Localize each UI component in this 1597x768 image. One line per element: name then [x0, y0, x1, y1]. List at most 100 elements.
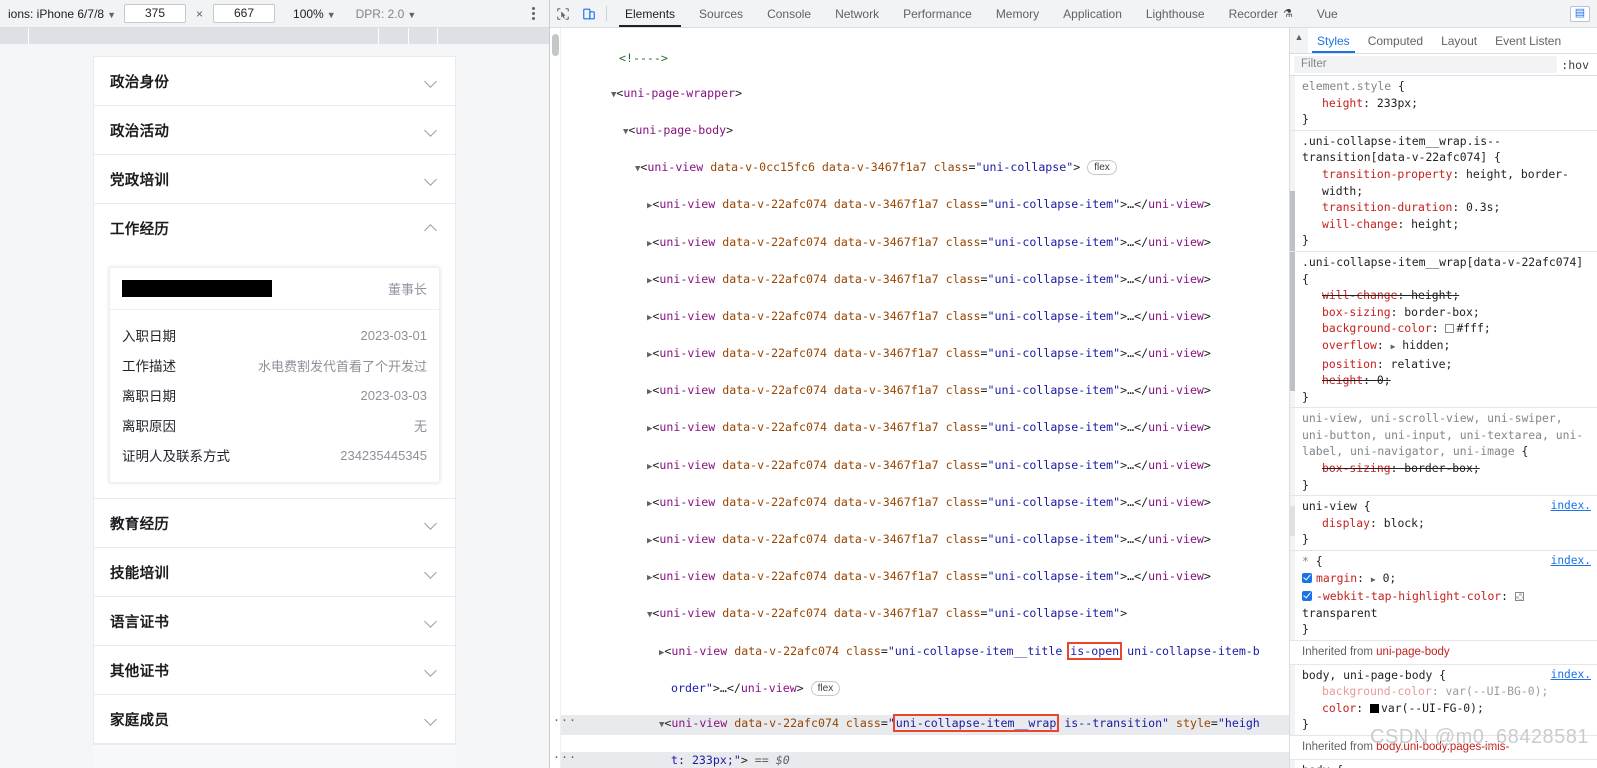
dom-line-page-wrapper[interactable]: ▼<uni-page-wrapper> [561, 85, 1289, 105]
tab-memory[interactable]: Memory [984, 0, 1051, 27]
dom-line-collapse-item[interactable]: ▶<uni-view data-v-22afc074 data-v-3467f1… [561, 271, 1289, 291]
stylesheet-source-link[interactable]: index. [1551, 498, 1591, 515]
style-rule-wrap[interactable]: .uni-collapse-item__wrap[data-v-22afc074… [1290, 252, 1597, 409]
dom-line-collapse-item[interactable]: ▶<uni-view data-v-22afc074 data-v-3467f1… [561, 234, 1289, 254]
chevron-down-icon[interactable] [425, 664, 437, 676]
dom-line-uni-collapse[interactable]: ▼<uni-view data-v-0cc15fc6 data-v-3467f1… [561, 159, 1289, 179]
declaration[interactable]: position: relative; [1302, 356, 1591, 373]
dom-line-selected-wrap[interactable]: ▼<uni-view data-v-22afc074 class="uni-co… [553, 712, 1289, 735]
expand-triangle-icon[interactable]: ▶ [1391, 342, 1396, 351]
dom-line-collapse-item-open[interactable]: ▼<uni-view data-v-22afc074 data-v-3467f1… [561, 605, 1289, 625]
zoom-selector[interactable]: 100% ▼ [293, 7, 336, 21]
dom-line-comment-top[interactable]: <!----> [561, 50, 1289, 68]
collapse-header[interactable]: 教育经历 [94, 499, 455, 547]
feedback-icon[interactable]: ▤ [1563, 0, 1597, 27]
stylesheet-source-link[interactable]: index. [1551, 553, 1591, 570]
collapse-header[interactable]: 政治活动 [94, 106, 455, 154]
flex-badge[interactable]: flex [810, 680, 841, 696]
tab-layout[interactable]: Layout [1432, 28, 1486, 53]
collapse-item-0[interactable]: 政治身份 [94, 57, 455, 106]
dom-tree[interactable]: <!----> ▼<uni-page-wrapper> ▼<uni-page-b… [550, 28, 1289, 768]
tab-vue[interactable]: Vue [1305, 0, 1350, 27]
toggle-device-toolbar-icon[interactable] [576, 0, 602, 27]
chevron-down-icon[interactable] [425, 124, 437, 136]
collapse-header[interactable]: 工作经历 [94, 204, 455, 252]
declaration[interactable]: will-change: height; [1302, 216, 1591, 233]
dom-line-collapse-item[interactable]: ▶<uni-view data-v-22afc074 data-v-3467f1… [561, 457, 1289, 477]
chevron-down-icon[interactable] [425, 713, 437, 725]
collapse-item-8[interactable]: 家庭成员 [94, 695, 455, 744]
tab-event-listeners[interactable]: Event Listen [1486, 28, 1570, 53]
declaration[interactable]: transition-property: height, border-widt… [1302, 166, 1591, 199]
dom-line-collapse-item-title[interactable]: ▶<uni-view data-v-22afc074 class="uni-co… [561, 641, 1289, 663]
declaration[interactable]: height: 0; [1302, 372, 1591, 389]
tab-console[interactable]: Console [755, 0, 823, 27]
expand-triangle-icon[interactable]: ▶ [1371, 575, 1376, 584]
declaration[interactable]: overflow: ▶ hidden; [1302, 337, 1591, 356]
dom-line-collapse-item[interactable]: ▶<uni-view data-v-22afc074 data-v-3467f1… [561, 531, 1289, 551]
tab-styles[interactable]: Styles [1308, 28, 1359, 53]
collapse-item-1[interactable]: 政治活动 [94, 106, 455, 155]
viewport-height-input[interactable]: 667 [213, 4, 276, 23]
chevron-down-icon[interactable] [425, 173, 437, 185]
tab-sources[interactable]: Sources [687, 0, 755, 27]
dom-line-collapse-item[interactable]: ▶<uni-view data-v-22afc074 data-v-3467f1… [561, 382, 1289, 402]
collapse-item-3[interactable]: 工作经历 董事长 入职日期 2023-03-01 工作描述 水电费割发代首看了个… [94, 204, 455, 499]
tab-performance[interactable]: Performance [891, 0, 984, 27]
dom-tree-scrollbar[interactable] [550, 28, 561, 768]
dom-line-collapse-item[interactable]: ▶<uni-view data-v-22afc074 data-v-3467f1… [561, 494, 1289, 514]
dom-line-collapse-item[interactable]: ▶<uni-view data-v-22afc074 data-v-3467f1… [561, 196, 1289, 216]
dom-line-collapse-item-title-cont[interactable]: order">…</uni-view> flex [561, 680, 1289, 698]
tab-lighthouse[interactable]: Lighthouse [1134, 0, 1217, 27]
declaration[interactable]: background-color: #fff; [1302, 320, 1591, 337]
dom-line-page-body[interactable]: ▼<uni-page-body> [561, 122, 1289, 142]
chevron-down-icon[interactable] [425, 566, 437, 578]
dom-line-collapse-item[interactable]: ▶<uni-view data-v-22afc074 data-v-3467f1… [561, 568, 1289, 588]
color-swatch[interactable] [1370, 703, 1380, 713]
style-rule-body[interactable]: body { [1290, 760, 1597, 768]
dpr-selector[interactable]: DPR: 2.0 ▼ [356, 7, 417, 21]
collapse-item-5[interactable]: 技能培训 [94, 548, 455, 597]
styles-filter-input[interactable]: Filter [1294, 56, 1558, 73]
inspect-element-icon[interactable] [550, 0, 576, 27]
declaration[interactable]: color: var(--UI-FG-0); [1302, 700, 1591, 717]
tab-elements[interactable]: Elements [613, 0, 687, 27]
dom-line-collapse-item[interactable]: ▶<uni-view data-v-22afc074 data-v-3467f1… [561, 419, 1289, 439]
viewport-width-input[interactable]: 375 [124, 4, 186, 23]
flex-badge[interactable]: flex [1087, 160, 1117, 176]
dom-tree-panel[interactable]: <!----> ▼<uni-page-wrapper> ▼<uni-page-b… [550, 28, 1290, 768]
scroll-up-icon[interactable]: ▲ [1290, 28, 1308, 53]
tab-application[interactable]: Application [1051, 0, 1134, 27]
tab-recorder[interactable]: Recorder ⚗ [1217, 0, 1305, 27]
style-rule-universal[interactable]: * { index. margin: ▶ 0; -webkit-tap-high… [1290, 551, 1597, 641]
color-swatch[interactable] [1445, 324, 1455, 334]
collapse-item-7[interactable]: 其他证书 [94, 646, 455, 695]
chevron-down-icon[interactable] [425, 75, 437, 87]
stylesheet-source-link[interactable]: index. [1551, 667, 1591, 684]
declaration[interactable]: -webkit-tap-highlight-color: transparent [1302, 588, 1591, 621]
color-swatch[interactable] [1514, 592, 1524, 602]
declaration[interactable]: will-change: height; [1302, 287, 1591, 304]
declaration[interactable]: transition-duration: 0.3s; [1302, 199, 1591, 216]
scrollbar-thumb[interactable] [552, 34, 559, 56]
styles-rules-list[interactable]: element.style { height: 233px; } .uni-co… [1290, 76, 1597, 768]
chevron-down-icon[interactable] [425, 517, 437, 529]
style-rule-body-uni-page-body[interactable]: body, uni-page-body { index. background-… [1290, 665, 1597, 736]
declaration[interactable]: display: block; [1302, 515, 1591, 532]
style-rule-element-style[interactable]: element.style { height: 233px; } [1290, 76, 1597, 131]
style-rule-uni-elements[interactable]: uni-view, uni-scroll-view, uni-swiper, u… [1290, 408, 1597, 497]
chevron-down-icon[interactable] [425, 615, 437, 627]
chevron-up-icon[interactable] [425, 222, 437, 234]
tab-computed[interactable]: Computed [1359, 28, 1432, 53]
declaration[interactable]: margin: ▶ 0; [1302, 570, 1591, 589]
collapse-header[interactable]: 政治身份 [94, 57, 455, 105]
style-rule-uni-view[interactable]: uni-view { index. display: block; } [1290, 496, 1597, 552]
dom-line-selected-wrap-cont[interactable]: t: 233px;"> == $0 [553, 749, 1289, 768]
style-rule-wrap-transition[interactable]: .uni-collapse-item__wrap.is--transition[… [1290, 131, 1597, 252]
hover-state-toggle[interactable]: :hov [1561, 58, 1593, 72]
collapse-header[interactable]: 技能培训 [94, 548, 455, 596]
declaration[interactable]: background-color: var(--UI-BG-0); [1302, 683, 1591, 700]
collapse-item-6[interactable]: 语言证书 [94, 597, 455, 646]
collapse-header[interactable]: 党政培训 [94, 155, 455, 203]
dom-line-collapse-item[interactable]: ▶<uni-view data-v-22afc074 data-v-3467f1… [561, 308, 1289, 328]
